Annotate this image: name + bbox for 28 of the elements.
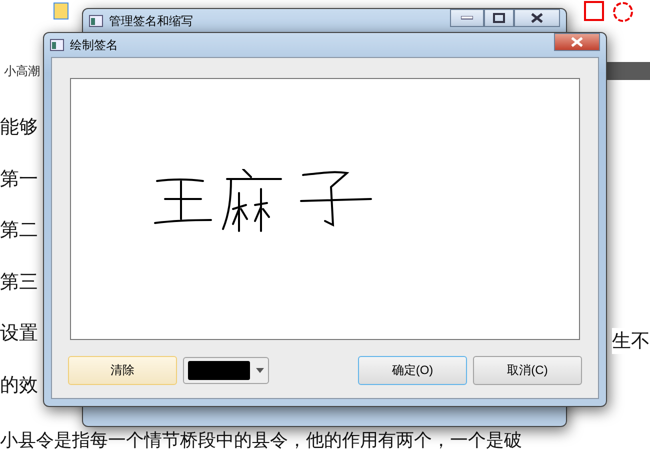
document-text: 小县令是指每一个情节桥段中的县令，他的作用有两个，一个是破 xyxy=(0,431,522,450)
close-icon xyxy=(531,13,543,23)
close-icon xyxy=(571,37,583,47)
document-tab[interactable]: 小高潮 xyxy=(0,62,44,80)
minimize-icon xyxy=(461,16,473,20)
color-swatch xyxy=(188,361,250,380)
drawing-canvas[interactable] xyxy=(70,78,580,340)
ok-button[interactable]: 确定(O) xyxy=(358,356,467,385)
document-text: 第三 xyxy=(0,270,38,294)
document-text: 能够 xyxy=(0,116,38,140)
minimize-button[interactable] xyxy=(450,9,484,27)
maximize-icon xyxy=(493,13,505,23)
window-title: 绘制签名 xyxy=(70,36,118,54)
window-icon xyxy=(89,15,103,27)
window-icon xyxy=(50,39,64,51)
caret-icon xyxy=(256,368,264,373)
document-text: 设置 xyxy=(0,322,38,346)
close-button[interactable] xyxy=(554,33,600,51)
document-text: 的效 xyxy=(0,374,38,398)
maximize-button[interactable] xyxy=(484,9,514,27)
document-text: 第二 xyxy=(0,219,38,243)
document-text: 第一 xyxy=(0,168,38,192)
clear-button[interactable]: 清除 xyxy=(68,356,177,385)
color-dropdown[interactable] xyxy=(183,357,269,384)
window-title: 管理签名和缩写 xyxy=(109,12,193,30)
rectangle-icon[interactable] xyxy=(583,0,605,22)
close-button[interactable] xyxy=(514,9,560,27)
cancel-button[interactable]: 取消(C) xyxy=(473,356,582,385)
